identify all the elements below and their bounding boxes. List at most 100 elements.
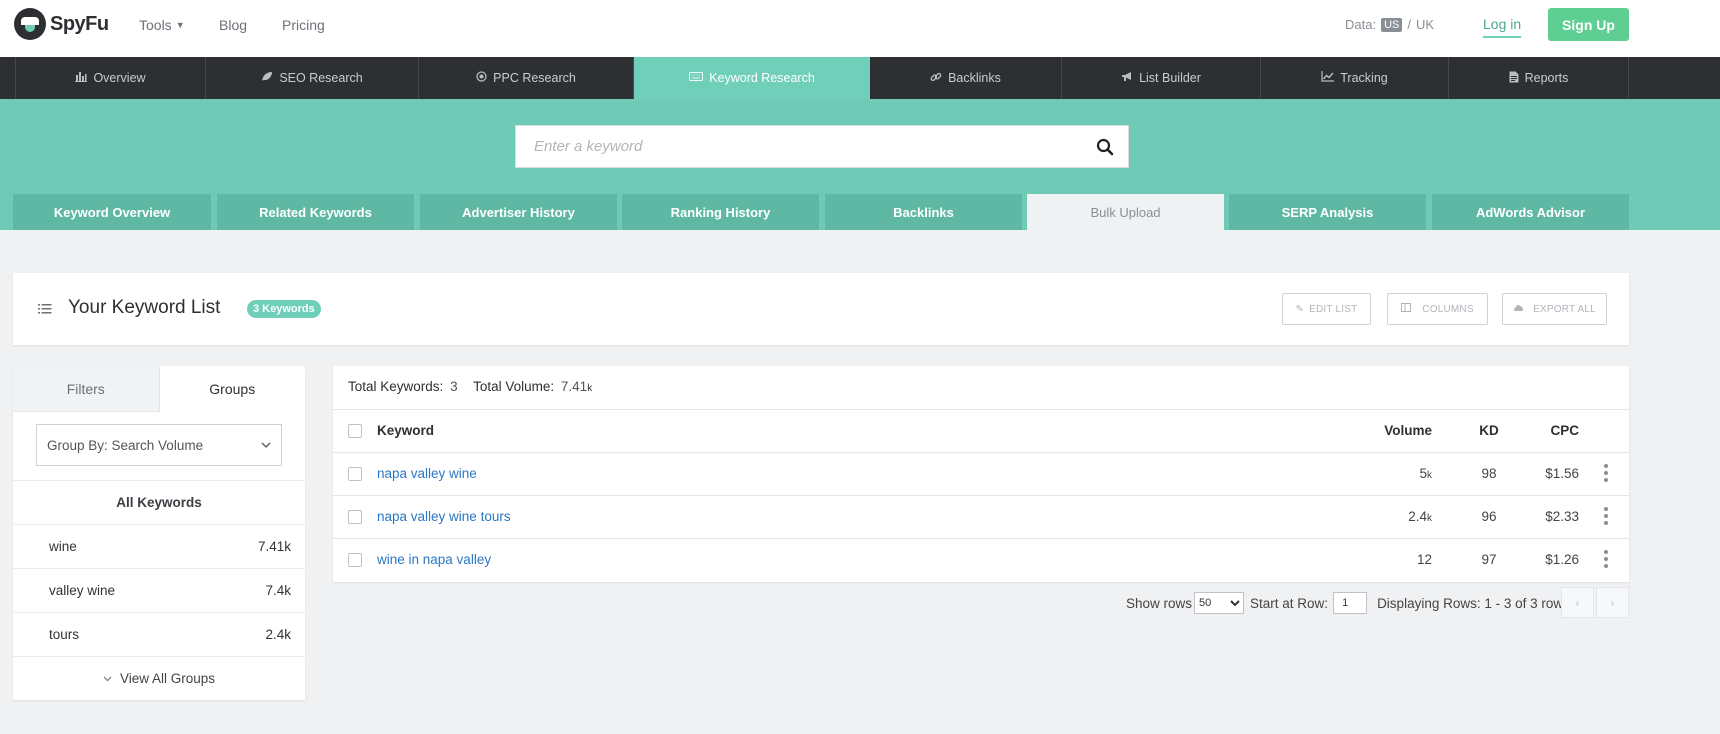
row-checkbox[interactable]: [348, 553, 362, 567]
total-volume-value: 7.41: [560, 379, 588, 394]
chevron-down-icon: [261, 442, 271, 448]
edit-list-button[interactable]: ✎ EDIT LIST: [1282, 293, 1371, 325]
page-title: Your Keyword List: [68, 297, 221, 318]
prev-page-button[interactable]: ‹: [1561, 587, 1594, 618]
login-link[interactable]: Log in: [1483, 16, 1522, 38]
group-item[interactable]: wine 7.41k: [13, 524, 305, 568]
region-uk[interactable]: UK: [1416, 17, 1434, 32]
subtab-advertiser-history[interactable]: Advertiser History: [420, 194, 617, 230]
start-row-label: Start at Row:: [1250, 595, 1329, 611]
nav-tab-backlinks[interactable]: Backlinks: [870, 57, 1062, 99]
signup-button[interactable]: Sign Up: [1548, 8, 1629, 41]
group-name: valley wine: [49, 583, 116, 598]
subtab-adwords-advisor[interactable]: AdWords Advisor: [1432, 194, 1629, 230]
group-name: tours: [49, 627, 80, 642]
edit-list-label: EDIT LIST: [1309, 303, 1358, 315]
brand-name: SpyFu: [50, 12, 109, 35]
group-name: wine: [49, 539, 77, 554]
all-keywords-item[interactable]: All Keywords: [13, 480, 305, 524]
header-cpc[interactable]: CPC: [1550, 423, 1579, 438]
tab-filters[interactable]: Filters: [13, 366, 159, 412]
nav-tab-keyword-research[interactable]: Keyword Research: [634, 57, 870, 99]
keyword-count-badge: 3 Keywords: [247, 300, 321, 318]
cpc-cell: $2.33: [1545, 509, 1579, 524]
nav-tab-label: SEO Research: [279, 71, 363, 85]
select-all-checkbox[interactable]: [348, 424, 362, 438]
header-keyword[interactable]: Keyword: [377, 423, 434, 438]
nav-tab-seo-research[interactable]: SEO Research: [206, 57, 419, 99]
nav-tab-label: Tracking: [1340, 71, 1388, 85]
spy-logo-icon: [14, 8, 46, 40]
rows-per-page-select[interactable]: 50: [1194, 592, 1245, 614]
subtab-backlinks[interactable]: Backlinks: [825, 194, 1022, 230]
tools-label: Tools: [139, 17, 172, 33]
data-region-switch: Data: US / UK: [1345, 17, 1434, 32]
bullhorn-icon: [1121, 71, 1133, 85]
kd-cell: 96: [1481, 509, 1497, 524]
spyfu-logo[interactable]: SpyFu: [14, 8, 109, 40]
nav-tab-label: Backlinks: [948, 71, 1001, 85]
keyword-search-box: [515, 125, 1129, 168]
nav-tab-ppc-research[interactable]: PPC Research: [419, 57, 634, 99]
header-kd[interactable]: KD: [1474, 423, 1504, 438]
view-all-label: View All Groups: [119, 671, 216, 686]
more-options-icon[interactable]: [1604, 550, 1608, 568]
subtab-bulk-upload[interactable]: Bulk Upload: [1027, 194, 1224, 230]
header-volume[interactable]: Volume: [1384, 423, 1432, 438]
keyword-link[interactable]: wine in napa valley: [377, 552, 491, 567]
volume-unit: k: [1427, 470, 1432, 481]
group-by-select[interactable]: Group By: Search Volume: [36, 424, 282, 466]
volume-cell: 2.4k: [1408, 509, 1432, 524]
subtab-ranking-history[interactable]: Ranking History: [622, 194, 819, 230]
row-checkbox[interactable]: [348, 510, 362, 524]
subtab-related-keywords[interactable]: Related Keywords: [217, 194, 414, 230]
group-by-value: Group By: Search Volume: [47, 437, 204, 453]
top-header: SpyFu Tools ▼ Blog Pricing Data: US / UK…: [0, 0, 1720, 57]
columns-button[interactable]: COLUMNS: [1387, 293, 1488, 325]
tools-menu[interactable]: Tools ▼: [139, 17, 185, 33]
keyword-list-header: Your Keyword List 3 Keywords ✎ EDIT LIST…: [13, 273, 1629, 345]
subtab-serp-analysis[interactable]: SERP Analysis: [1229, 194, 1426, 230]
nav-tab-tracking[interactable]: Tracking: [1261, 57, 1449, 99]
blog-link[interactable]: Blog: [219, 17, 247, 33]
group-item[interactable]: tours 2.4k: [13, 612, 305, 656]
group-count: 2.4k: [265, 627, 291, 642]
region-separator: /: [1407, 17, 1411, 32]
region-us[interactable]: US: [1381, 17, 1403, 32]
keyword-search-input[interactable]: [534, 138, 1074, 155]
nav-tab-label: Reports: [1524, 71, 1569, 85]
tab-groups[interactable]: Groups: [158, 366, 305, 412]
cpc-cell: $1.56: [1545, 466, 1579, 481]
row-checkbox[interactable]: [348, 467, 362, 481]
total-volume-label: Total Volume:: [473, 379, 555, 394]
search-icon[interactable]: [1096, 138, 1114, 156]
pencil-icon: ✎: [1295, 303, 1305, 315]
total-keywords-label: Total Keywords:: [348, 379, 444, 394]
line-chart-icon: [1321, 71, 1335, 85]
volume-unit: k: [1427, 513, 1432, 524]
view-all-groups-link[interactable]: View All Groups: [13, 656, 305, 700]
keyword-link[interactable]: napa valley wine: [377, 466, 477, 481]
next-page-button[interactable]: ›: [1596, 587, 1629, 618]
displaying-rows-text: Displaying Rows: 1 - 3 of 3 rows: [1377, 595, 1570, 611]
nav-tab-overview[interactable]: Overview: [15, 57, 206, 99]
data-label: Data:: [1345, 17, 1377, 32]
pricing-link[interactable]: Pricing: [282, 17, 325, 33]
table-row: wine in napa valley 12 97 $1.26: [333, 538, 1629, 581]
more-options-icon[interactable]: [1604, 507, 1608, 525]
more-options-icon[interactable]: [1604, 464, 1608, 482]
nav-tab-label: PPC Research: [493, 71, 576, 85]
keyword-link[interactable]: napa valley wine tours: [377, 509, 511, 524]
cpc-cell: $1.26: [1545, 552, 1579, 567]
nav-tab-list-builder[interactable]: List Builder: [1062, 57, 1261, 99]
nav-tab-reports[interactable]: Reports: [1449, 57, 1629, 99]
subtab-keyword-overview[interactable]: Keyword Overview: [13, 194, 211, 230]
document-icon: [1509, 71, 1519, 86]
target-icon: [476, 71, 487, 85]
main-nav: Overview SEO Research PPC Research Keywo…: [0, 57, 1720, 99]
link-icon: [930, 71, 942, 86]
start-row-input[interactable]: [1333, 592, 1368, 614]
group-item[interactable]: valley wine 7.4k: [13, 568, 305, 612]
export-all-button[interactable]: EXPORT ALL: [1502, 293, 1607, 325]
group-count: 7.4k: [265, 583, 291, 598]
